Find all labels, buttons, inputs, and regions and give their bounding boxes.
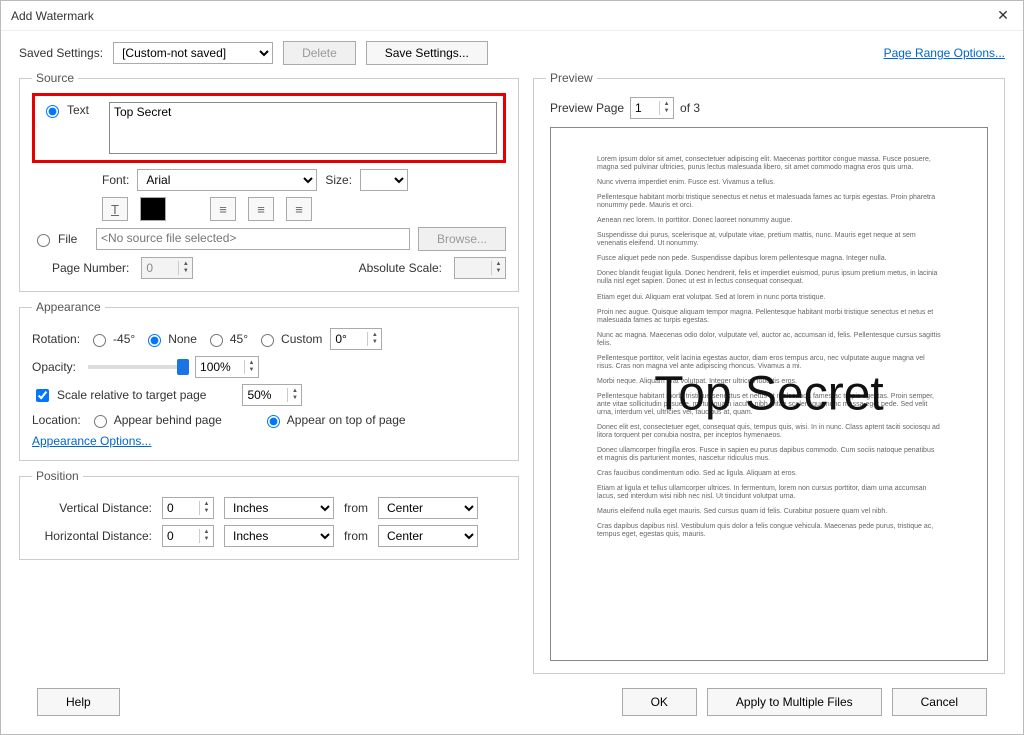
scale-input[interactable]: ▲▼ [242,384,302,406]
hdist-input[interactable]: ▲▼ [162,525,214,547]
font-select[interactable]: Arial [137,169,317,191]
align-center-icon[interactable]: ≡ [248,197,274,221]
close-icon[interactable]: ✕ [993,7,1013,24]
hdist-from[interactable]: Center [378,525,478,547]
rotation-none[interactable]: None [143,331,197,347]
underline-icon[interactable]: T [102,197,128,221]
text-highlight-box: Text Top Secret [32,93,506,163]
preview-text: Etiam eget dui. Aliquam erat volutpat. S… [597,294,941,302]
font-label: Font: [102,173,129,187]
opacity-input[interactable]: ▲▼ [195,356,259,378]
preview-page-input[interactable]: ▲▼ [630,97,674,119]
preview-text: Cras dapibus dapibus nisl. Vestibulum qu… [597,523,941,539]
rotation-custom[interactable]: Custom [256,331,322,347]
absolute-scale-label: Absolute Scale: [359,261,442,275]
size-label: Size: [325,173,352,187]
preview-text: Suspendisse dui purus, scelerisque at, v… [597,232,941,248]
browse-button[interactable]: Browse... [418,227,506,251]
source-legend: Source [32,71,78,85]
text-radio[interactable]: Text [41,102,97,118]
preview-text: Donec ullamcorper fringilla eros. Fusce … [597,447,941,463]
position-legend: Position [32,469,83,483]
saved-settings-label: Saved Settings: [19,46,103,60]
align-right-icon[interactable]: ≡ [286,197,312,221]
preview-text: Donec blandit feugiat ligula. Donec hend… [597,270,941,286]
absolute-scale-input: ▲▼ [454,257,506,279]
preview-page-label: Preview Page [550,101,624,115]
window-title: Add Watermark [11,9,94,23]
preview-text: Etiam at ligula et tellus ullamcorper ul… [597,485,941,501]
from-label2: from [344,529,368,543]
color-swatch[interactable] [140,197,166,221]
location-label: Location: [32,413,81,427]
delete-button[interactable]: Delete [283,41,356,65]
preview-page-total: of 3 [680,101,700,115]
page-number-label: Page Number: [52,261,129,275]
from-label: from [344,501,368,515]
hdist-unit[interactable]: Inches [224,525,334,547]
preview-text: Pellentesque habitant morbi tristique se… [597,393,941,417]
preview-text: Mauris eleifend nulla eget mauris. Sed c… [597,508,941,516]
preview-text: Lorem ipsum dolor sit amet, consectetuer… [597,156,941,172]
page-range-link[interactable]: Page Range Options... [884,46,1005,60]
rotation-label: Rotation: [32,332,80,346]
page-number-input: ▲▼ [141,257,193,279]
preview-group: Preview Preview Page ▲▼ of 3 Top Secret … [533,71,1005,674]
preview-text: Nunc viverra imperdiet enim. Fusce est. … [597,179,941,187]
location-behind[interactable]: Appear behind page [89,412,222,428]
vdist-input[interactable]: ▲▼ [162,497,214,519]
help-button[interactable]: Help [37,688,120,716]
rotation-neg45[interactable]: -45° [88,331,135,347]
preview-text: Pellentesque porttitor, velit lacinia eg… [597,355,941,371]
appearance-legend: Appearance [32,300,105,314]
rotation-45[interactable]: 45° [205,331,248,347]
source-group: Source Text Top Secret Font: Arial Size: [19,71,519,292]
watermark-text-input[interactable]: Top Secret [109,102,497,154]
appearance-group: Appearance Rotation: -45° None 45° Custo… [19,300,519,461]
preview-text: Pellentesque habitant morbi tristique se… [597,194,941,210]
file-radio[interactable]: File [32,231,88,247]
preview-text: Nunc ac magna. Maecenas odio dolor, vulp… [597,332,941,348]
preview-text: Proin nec augue. Quisque aliquam tempor … [597,309,941,325]
scale-checkbox[interactable]: Scale relative to target page [32,386,206,405]
rotation-value-input[interactable]: ▲▼ [330,328,382,350]
preview-text: Donec elit est, consectetuer eget, conse… [597,424,941,440]
vdist-label: Vertical Distance: [32,501,152,515]
preview-text: Cras faucibus condimentum odio. Sed ac l… [597,470,941,478]
opacity-slider[interactable] [88,365,183,369]
align-left-icon[interactable]: ≡ [210,197,236,221]
saved-settings-select[interactable]: [Custom-not saved] [113,42,273,64]
location-top[interactable]: Appear on top of page [262,412,406,428]
preview-text: Fusce aliquet pede non pede. Suspendisse… [597,255,941,263]
preview-text: Aenean nec lorem. In porttitor. Donec la… [597,217,941,225]
opacity-label: Opacity: [32,360,76,374]
preview-legend: Preview [546,71,597,85]
preview-text: Morbi neque. Aliquam erat volutpat. Inte… [597,378,941,386]
cancel-button[interactable]: Cancel [892,688,987,716]
save-settings-button[interactable]: Save Settings... [366,41,488,65]
top-row: Saved Settings: [Custom-not saved] Delet… [19,41,1005,65]
ok-button[interactable]: OK [622,688,697,716]
titlebar: Add Watermark ✕ [1,1,1023,31]
preview-page: Top Secret Lorem ipsum dolor sit amet, c… [550,127,988,661]
vdist-from[interactable]: Center [378,497,478,519]
size-select[interactable] [360,169,408,191]
hdist-label: Horizontal Distance: [32,529,152,543]
appearance-options-link[interactable]: Appearance Options... [32,434,151,448]
add-watermark-dialog: Add Watermark ✕ Saved Settings: [Custom-… [0,0,1024,735]
file-field[interactable]: <No source file selected> [96,228,410,250]
vdist-unit[interactable]: Inches [224,497,334,519]
apply-multiple-button[interactable]: Apply to Multiple Files [707,688,882,716]
position-group: Position Vertical Distance: ▲▼ Inches fr… [19,469,519,560]
